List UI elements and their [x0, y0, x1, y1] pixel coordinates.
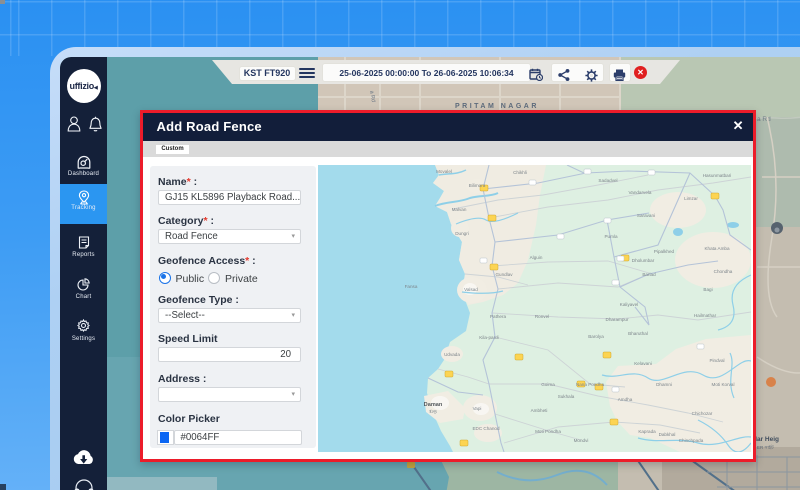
svg-text:Chondha: Chondha — [714, 269, 733, 274]
svg-text:Amdha: Amdha — [618, 397, 633, 402]
svg-text:દાણ: દાણ — [429, 409, 437, 414]
svg-text:Nana Pondha: Nana Pondha — [576, 382, 605, 387]
svg-text:Bilimora: Bilimora — [469, 183, 486, 188]
svg-text:Bharuthal: Bharuthal — [628, 331, 648, 336]
svg-text:Pathera: Pathera — [490, 314, 507, 319]
svg-text:a Rd: a Rd — [757, 116, 771, 123]
svg-text:Pindval: Pindval — [709, 358, 724, 363]
svg-text:dar Heig: dar Heig — [753, 436, 779, 443]
svg-text:Kila-pardi: Kila-pardi — [479, 335, 498, 340]
svg-text:Chichozar: Chichozar — [692, 411, 713, 416]
svg-text:Chikhli: Chikhli — [513, 170, 527, 175]
svg-text:Pumla: Pumla — [604, 234, 617, 239]
svg-text:Moti Pondha: Moti Pondha — [535, 429, 561, 434]
svg-text:Fansa: Fansa — [405, 284, 418, 289]
svg-text:Gundlav: Gundlav — [495, 272, 513, 277]
svg-text:Vandarvela: Vandarvela — [629, 190, 652, 195]
svg-text:Barlad: Barlad — [642, 272, 656, 277]
svg-text:Bagi: Bagi — [703, 287, 712, 292]
svg-text:Moti Korval: Moti Korval — [712, 382, 735, 387]
svg-text:Malvan: Malvan — [452, 207, 467, 212]
svg-text:Hailmathar: Hailmathar — [694, 313, 717, 318]
svg-text:Daman: Daman — [424, 402, 443, 408]
svg-text:Kelavani: Kelavani — [634, 361, 652, 366]
svg-text:EDC Chanod: EDC Chanod — [472, 426, 500, 431]
svg-text:Dungri: Dungri — [455, 231, 469, 236]
svg-text:Dhamni: Dhamni — [656, 382, 672, 387]
svg-text:Ambheti: Ambheti — [531, 408, 548, 413]
svg-text:Dabkhal: Dabkhal — [659, 432, 676, 437]
svg-text:Sadadvel: Sadadvel — [598, 178, 617, 183]
svg-text:Valsad: Valsad — [464, 287, 478, 292]
svg-text:Mondvi: Mondvi — [574, 438, 589, 443]
svg-text:Chinchpada: Chinchpada — [679, 438, 704, 443]
svg-text:Dharampur: Dharampur — [606, 317, 629, 322]
svg-text:Ronvel: Ronvel — [535, 314, 549, 319]
svg-text:Khata Amba: Khata Amba — [704, 246, 729, 251]
svg-text:Saravani: Saravani — [637, 213, 655, 218]
svg-text:ER সাইট: ER সাইট — [757, 444, 774, 450]
svg-text:Movalel: Movalel — [436, 169, 452, 174]
svg-text:Limzar: Limzar — [684, 196, 698, 201]
svg-text:Vapi: Vapi — [473, 406, 482, 411]
svg-text:Barolya: Barolya — [588, 334, 604, 339]
svg-text:Pipalkhed: Pipalkhed — [654, 249, 675, 254]
svg-text:Alguin: Alguin — [530, 255, 543, 260]
svg-text:Kaprada: Kaprada — [638, 429, 656, 434]
svg-text:Sukhala: Sukhala — [558, 394, 575, 399]
svg-text:Hasunmatbari: Hasunmatbari — [703, 173, 732, 178]
svg-text:Udvada: Udvada — [444, 352, 460, 357]
svg-text:Kaliyavel: Kaliyavel — [620, 302, 638, 307]
svg-text:Dholumbar: Dholumbar — [632, 258, 655, 263]
svg-text:Goima: Goima — [541, 382, 555, 387]
